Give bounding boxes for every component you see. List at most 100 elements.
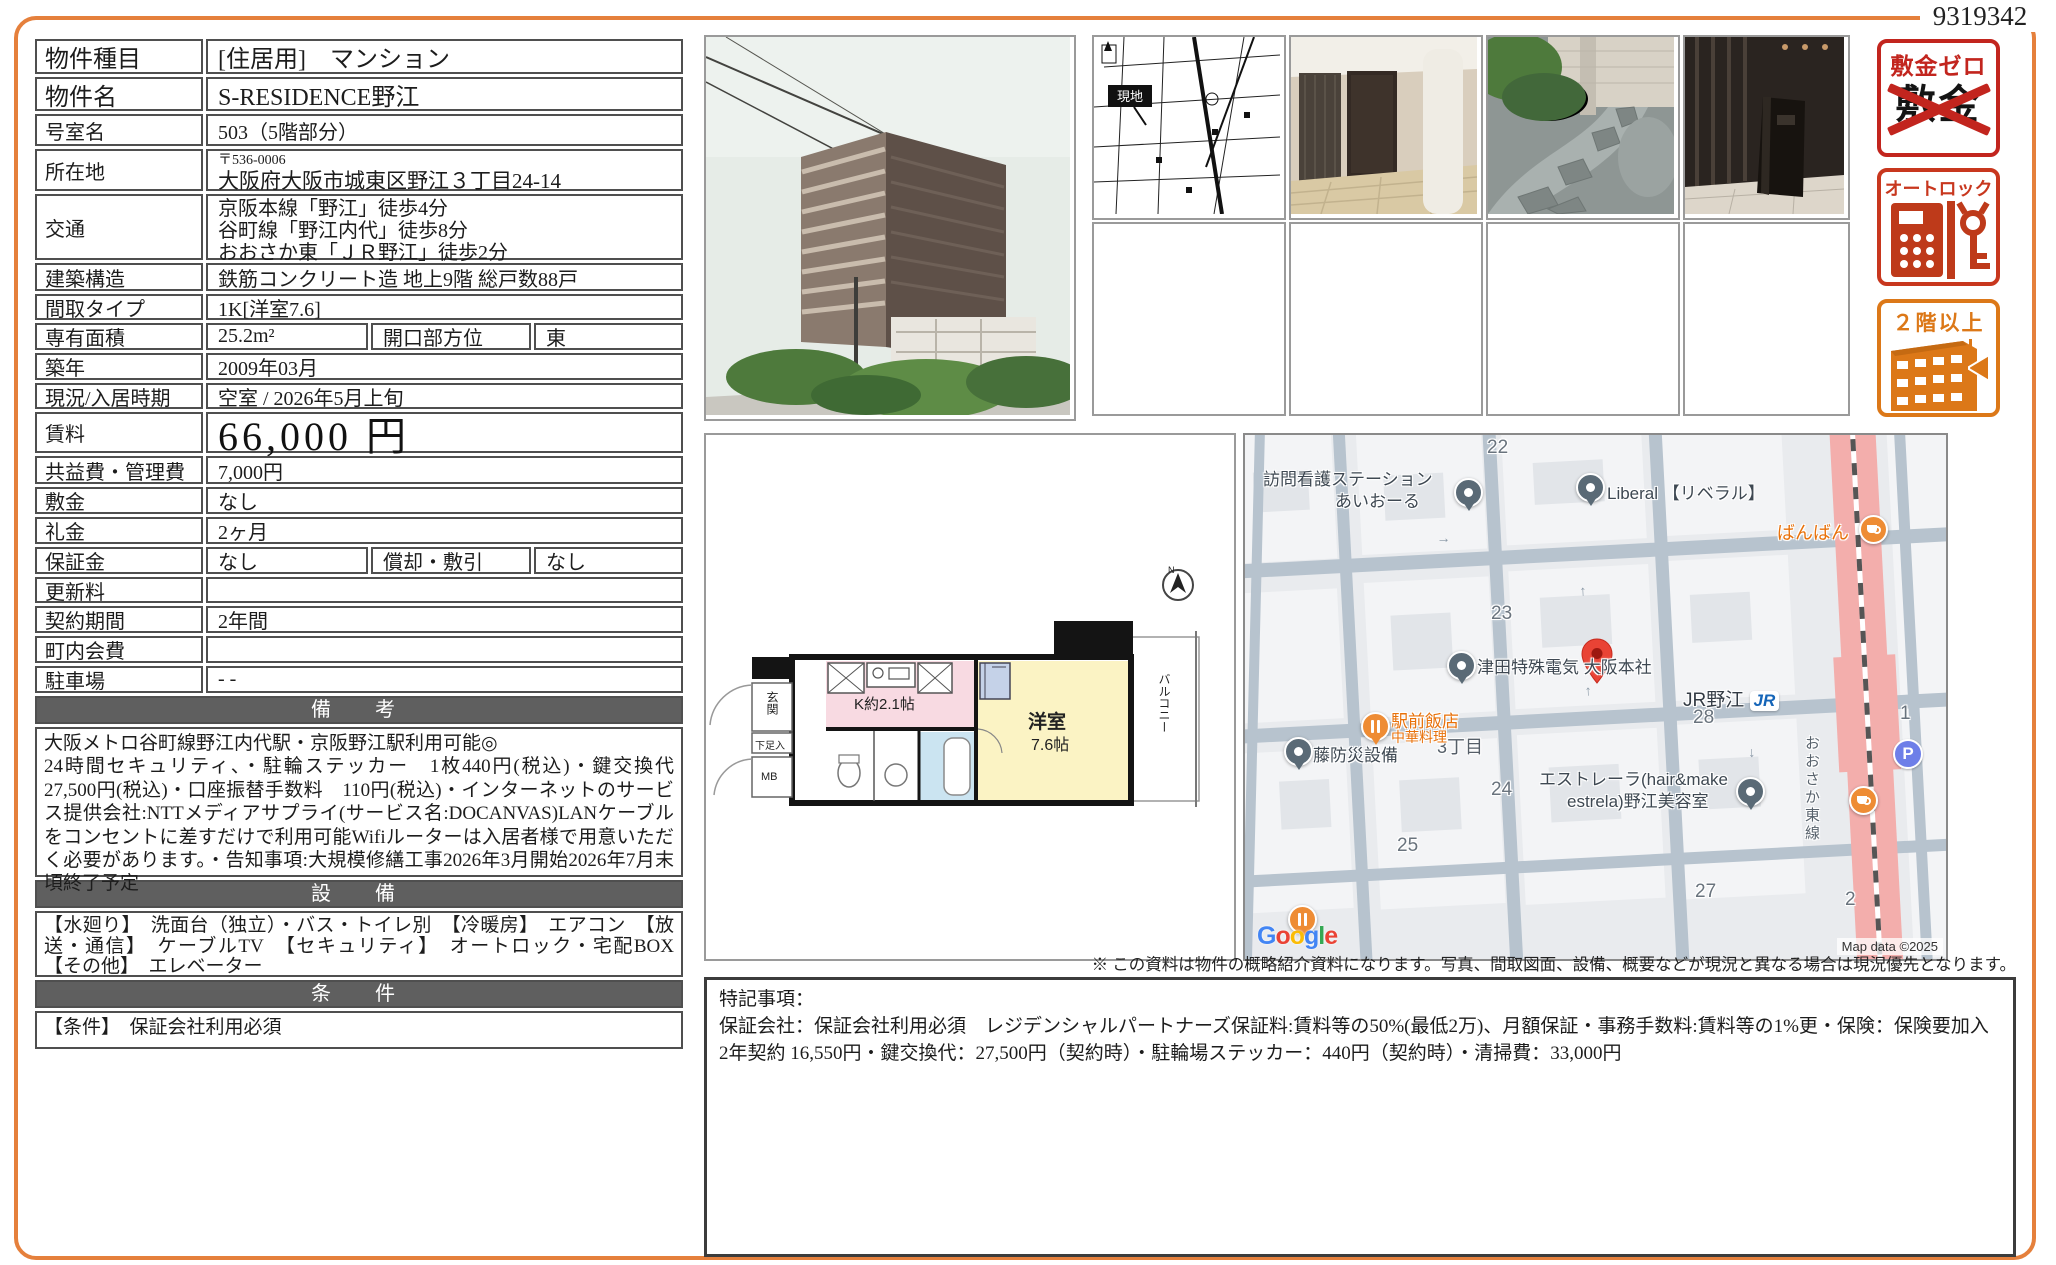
svg-text:↑: ↑ — [1579, 582, 1587, 598]
parking-icon: P — [1893, 739, 1923, 769]
row-label: 物件種目 — [35, 39, 203, 74]
row-value: - - — [206, 666, 683, 693]
badge-second-floor-title: ２階以上 — [1881, 307, 1996, 337]
table-row: 物件名 S-RESIDENCE野江 — [35, 77, 683, 111]
autolock-icon — [1887, 201, 1991, 279]
row-label: 号室名 — [35, 114, 203, 146]
map-base-art: →↑↑↓ — [1245, 435, 1946, 959]
badge-autolock-title: オートロック — [1881, 175, 1996, 201]
entrance-sign-photo — [1683, 35, 1850, 220]
entrance-lobby-art — [1291, 37, 1477, 214]
row-label: 更新料 — [35, 577, 203, 603]
row-label: 保証金 — [35, 547, 203, 574]
table-row: 間取タイプ 1K[洋室7.6] — [35, 294, 683, 320]
row-label-2: 開口部方位 — [371, 323, 531, 350]
row-label: 礼金 — [35, 517, 203, 544]
poi-label: Liberal 【リベラル】 — [1607, 479, 1765, 504]
table-row-area: 専有面積 25.2m² 開口部方位 東 — [35, 323, 683, 350]
row-label: 間取タイプ — [35, 294, 203, 320]
row-value: なし — [206, 547, 368, 574]
row-value: 7,000円 — [206, 456, 683, 484]
row-label: 現況/入居時期 — [35, 383, 203, 409]
block-number: 1 — [1900, 703, 1911, 725]
rent-value: 66,000 円 — [206, 412, 683, 453]
row-value: 2ヶ月 — [206, 517, 683, 544]
site-sketch-map-thumbnail: 現地 — [1092, 35, 1286, 220]
map-pin-tsuda — [1447, 651, 1476, 680]
map-pin-fuji — [1284, 737, 1313, 766]
restaurant-icon-ekimae — [1361, 712, 1390, 741]
row-label: 賃料 — [35, 412, 203, 453]
row-label: 専有面積 — [35, 323, 203, 350]
row-value: 2009年03月 — [206, 353, 683, 380]
row-label: 建築構造 — [35, 263, 203, 291]
row-label: 築年 — [35, 353, 203, 380]
disclaimer-text: ※ この資料は物件の概略紹介資料になります。写真、間取図面、設備、概要などが現況… — [704, 951, 2016, 975]
block-number: 23 — [1491, 603, 1512, 625]
transit-line: 京阪本線「野江」徒歩4分 — [218, 198, 671, 220]
row-value: なし — [206, 487, 683, 514]
badge-second-floor-up: ２階以上 — [1877, 299, 2000, 417]
row-label: 交通 — [35, 194, 203, 260]
conditions-header: 条 件 — [35, 980, 683, 1008]
row-value: S-RESIDENCE野江 — [206, 77, 683, 111]
svg-text:→: → — [1436, 529, 1451, 546]
row-label: 共益費・管理費 — [35, 456, 203, 484]
station-name: JR野江 — [1683, 690, 1744, 711]
row-value-2: なし — [534, 547, 683, 574]
table-row: 町内会費 — [35, 636, 683, 663]
table-row: 号室名 503（5階部分） — [35, 114, 683, 146]
table-row: 礼金 2ヶ月 — [35, 517, 683, 544]
poi-label: estrela)野江美容室 — [1567, 787, 1709, 812]
table-row: 物件種目 [住居用] マンション — [35, 39, 683, 74]
table-row: 建築構造 鉄筋コンクリート造 地上9階 総戸数88戸 — [35, 263, 683, 291]
table-row-address: 所在地 〒536-0006 大阪府大阪市城東区野江３丁目24-14 — [35, 149, 683, 191]
floor-plan-art — [706, 435, 1230, 955]
table-row-rent: 賃料 66,000 円 — [35, 412, 683, 453]
row-value: 503（5階部分） — [206, 114, 683, 146]
poi-label: あいおーる — [1335, 487, 1420, 512]
table-row: 共益費・管理費 7,000円 — [35, 456, 683, 484]
station-label: JR野江 JR — [1683, 685, 1779, 712]
block-number: 27 — [1695, 881, 1716, 903]
photo-placeholder — [1683, 222, 1850, 416]
row-label: 所在地 — [35, 149, 203, 191]
building-exterior-photo — [704, 35, 1076, 421]
property-table: 物件種目 [住居用] マンション 物件名 S-RESIDENCE野江 号室名 5… — [35, 39, 683, 1052]
remarks-header: 備 考 — [35, 696, 683, 724]
row-value: 京阪本線「野江」徒歩4分 谷町線「野江内代」徒歩8分 おおさか東「ＪＲ野江」徒歩… — [206, 194, 683, 260]
map-pin-liberal — [1576, 473, 1605, 502]
row-value: 1K[洋室7.6] — [206, 294, 683, 320]
row-value: 25.2m² — [206, 323, 368, 350]
poi-label-banban: ばんばん — [1777, 519, 1849, 545]
document-number: 9319342 — [1920, 1, 2040, 32]
address: 大阪府大阪市城東区野江３丁目24-14 — [218, 169, 671, 193]
badge-deposit-zero-title: 敷金ゼロ — [1881, 47, 1996, 81]
compass-north-label: N — [1168, 565, 1175, 575]
site-label: 現地 — [1117, 89, 1143, 104]
google-logo: Google — [1257, 922, 1337, 951]
row-label: 契約期間 — [35, 606, 203, 633]
coffee-shop-icon — [1849, 786, 1878, 815]
entrance-lobby-photo — [1289, 35, 1483, 220]
walkway-photo — [1486, 35, 1680, 220]
block-number: 2 — [1845, 889, 1856, 911]
kitchen-label: K約2.1帖 — [854, 693, 915, 714]
badge-deposit-zero: 敷金ゼロ 敷金 — [1877, 39, 2000, 157]
block-number: 22 — [1487, 437, 1508, 459]
row-value — [206, 577, 683, 603]
row-value-2: 東 — [534, 323, 683, 350]
special-notes-box: 特記事項： 保証会社：保証会社利用必須 レジデンシャルパートナーズ保証料:賃料等… — [704, 977, 2016, 1257]
block-number: 25 — [1397, 835, 1418, 857]
table-row: 更新料 — [35, 577, 683, 603]
building-floors-icon — [1885, 337, 1992, 411]
row-value: 鉄筋コンクリート造 地上9階 総戸数88戸 — [206, 263, 683, 291]
room-label: 洋室 — [1028, 707, 1066, 734]
special-notes-body: 保証会社：保証会社利用必須 レジデンシャルパートナーズ保証料:賃料等の50%(最… — [719, 1013, 2001, 1067]
property-flyer-page: { "doc_number": "9319342", "table": { "r… — [0, 0, 2056, 1265]
row-value: 〒536-0006 大阪府大阪市城東区野江３丁目24-14 — [206, 149, 683, 191]
block-number: 24 — [1491, 779, 1512, 801]
photo-placeholder — [1289, 222, 1483, 416]
entrance-sign-art — [1685, 37, 1844, 214]
sketch-map-art: 現地 — [1094, 37, 1280, 214]
